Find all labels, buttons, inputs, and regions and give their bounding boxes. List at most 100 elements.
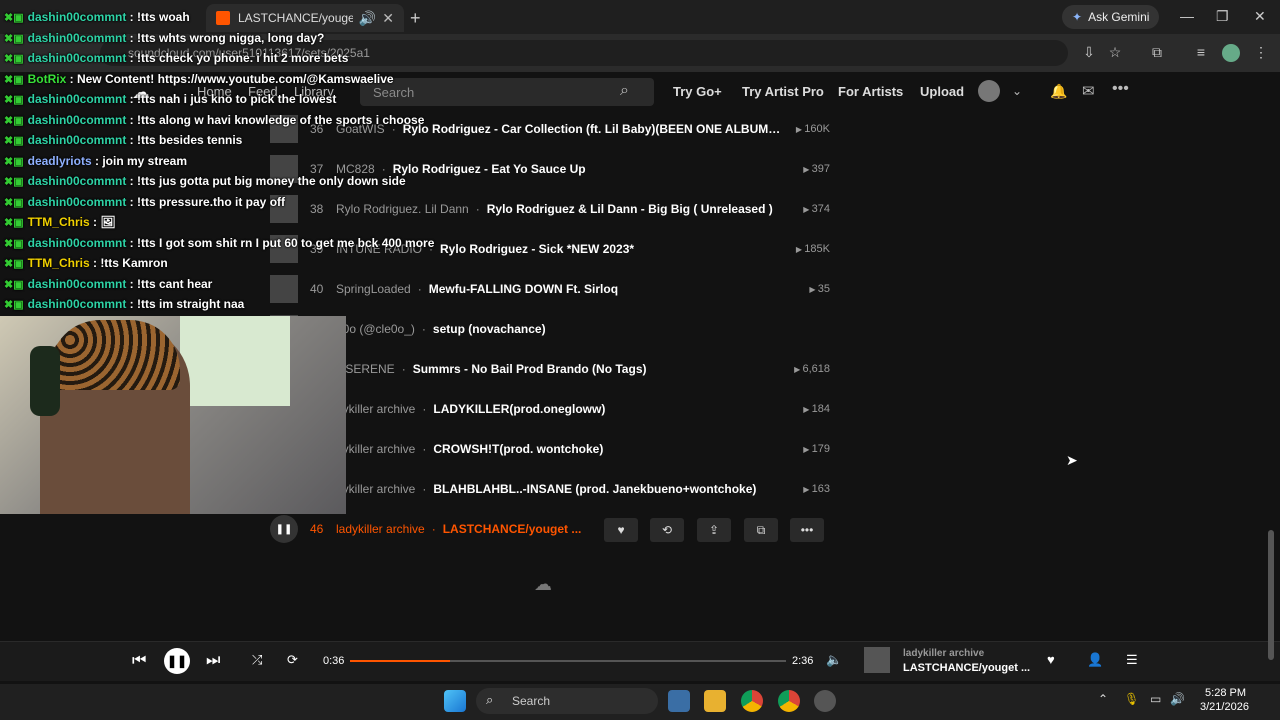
play-count-value: 374 <box>811 203 830 215</box>
chat-message: ✖▣ dashin00commnt : !tts whts wrong nigga… <box>4 31 324 45</box>
install-icon[interactable]: ⇩ <box>1080 44 1098 62</box>
now-playing-artwork[interactable] <box>864 647 890 673</box>
tray-chevron-icon[interactable]: ⌃ <box>1098 692 1108 706</box>
system-clock[interactable]: 5:28 PM 3/21/2026 <box>1200 686 1249 714</box>
play-count-value: 35 <box>817 283 830 295</box>
chat-badge-icon: ✖▣ <box>4 135 24 147</box>
track-title[interactable]: Rylo Rodriguez - Eat Yo Sauce Up <box>393 162 782 176</box>
track-title[interactable]: Rylo Rodriguez - Car Collection (ft. Lil… <box>403 122 782 136</box>
media-control-icon[interactable]: ≡ <box>1192 44 1210 62</box>
chat-message: ✖▣ dashin00commnt : !tts I got som shit r… <box>4 236 434 250</box>
chat-badge-icon: ✖▣ <box>4 258 24 270</box>
track-more-button[interactable]: ••• <box>790 518 824 542</box>
store-icon[interactable] <box>668 690 690 712</box>
chat-message: ✖▣ dashin00commnt : !tts check yo phone. … <box>4 51 348 65</box>
separator-dot: · <box>475 202 480 216</box>
chat-text: !tts whts wrong nigga, long day? <box>137 30 325 45</box>
chat-username: deadlyriots <box>27 153 92 168</box>
track-artist[interactable]: e0o (@cle0o_) <box>336 322 415 336</box>
chat-separator: : <box>126 276 137 291</box>
track-row[interactable]: dykiller archive · LADYKILLER(prod.oneglow… <box>270 394 830 424</box>
page-scrollbar[interactable] <box>1268 530 1274 660</box>
windows-start-icon[interactable] <box>444 690 466 712</box>
chat-separator: : <box>89 215 101 229</box>
chat-message: ✖▣ TTM_Chris : 🖼 <box>4 215 116 229</box>
bookmark-star-icon[interactable]: ☆ <box>1106 44 1124 62</box>
repeat-icon[interactable]: ⟳ <box>287 652 298 668</box>
profile-avatar-icon[interactable] <box>1222 44 1240 62</box>
progress-bar[interactable] <box>350 660 786 662</box>
queue-icon[interactable]: ☰ <box>1126 652 1138 668</box>
track-artist[interactable]: dykiller archive <box>336 402 415 416</box>
chat-separator: : <box>126 92 137 106</box>
play-count-value: 163 <box>811 483 830 495</box>
close-window-icon[interactable]: ✕ <box>1254 8 1266 25</box>
minimize-icon[interactable]: — <box>1180 8 1194 24</box>
shuffle-icon[interactable]: ⤮ <box>252 652 262 668</box>
clock-time: 5:28 PM <box>1205 687 1246 699</box>
chat-separator: : <box>126 297 137 311</box>
track-row[interactable]: dykiller archive · BLAHBLAHBL..-INSANE (pr… <box>270 474 830 504</box>
track-row[interactable]: J SERENE · Summrs - No Bail Prod Brando (N… <box>270 354 830 384</box>
track-title[interactable]: Rylo Rodriguez & Lil Dann - Big Big ( Un… <box>487 202 782 216</box>
network-icon[interactable]: ▭ <box>1150 692 1161 706</box>
volume-icon[interactable]: 🔈 <box>826 652 842 668</box>
like-button[interactable]: ♥ <box>604 518 638 542</box>
track-title[interactable]: Summrs - No Bail Prod Brando (No Tags) <box>413 362 782 376</box>
chat-separator: : <box>66 71 77 86</box>
copy-link-button[interactable]: ⧉ <box>744 518 778 542</box>
track-title[interactable]: Rylo Rodriguez - Sick *NEW 2023* <box>440 242 782 256</box>
follow-icon[interactable]: 👤 <box>1087 652 1103 668</box>
now-playing-title[interactable]: LASTCHANCE/youget ... <box>903 662 1030 674</box>
chrome-icon[interactable] <box>741 690 763 712</box>
like-icon[interactable]: ♥ <box>1047 652 1055 667</box>
microphone-icon[interactable]: 🎙 <box>1124 692 1139 706</box>
chevron-down-icon[interactable]: ⌄ <box>1012 84 1022 98</box>
try-artist-pro-link[interactable]: Try Artist Pro <box>742 84 824 99</box>
share-button[interactable]: ⇪ <box>697 518 731 542</box>
chat-separator: : <box>126 133 137 147</box>
track-title[interactable]: LADYKILLER(prod.onegloww) <box>433 402 782 416</box>
taskbar-search[interactable]: Search <box>476 688 658 714</box>
for-artists-link[interactable]: For Artists <box>838 84 903 99</box>
track-title[interactable]: CROWSH!T(prod. wontchoke) <box>433 442 782 456</box>
track-artist[interactable]: dykiller archive <box>336 482 415 496</box>
user-avatar[interactable] <box>978 80 1000 102</box>
pause-button[interactable]: ❚❚ <box>164 648 190 674</box>
ask-gemini-button[interactable]: ✦ Ask Gemini <box>1062 5 1160 29</box>
track-artist[interactable]: ladykiller archive <box>336 522 425 536</box>
play-count-icon: ▶ <box>803 485 812 494</box>
track-title[interactable]: BLAHBLAHBL..-INSANE (prod. Janekbueno+wo… <box>433 482 782 496</box>
notifications-bell-icon[interactable]: 🔔 <box>1050 83 1067 100</box>
repost-button[interactable]: ⟲ <box>650 518 684 542</box>
track-title[interactable]: Mewfu-FALLING DOWN Ft. Sirloq <box>429 282 782 296</box>
now-playing-artist[interactable]: ladykiller archive <box>903 648 984 659</box>
gemini-icon: ✦ <box>1072 10 1083 24</box>
chat-badge-icon: ✖▣ <box>4 12 24 24</box>
file-explorer-icon[interactable] <box>704 690 726 712</box>
track-artist[interactable]: dykiller archive <box>336 442 415 456</box>
chat-username: dashin00commnt <box>27 276 127 291</box>
chrome-canary-icon[interactable] <box>778 690 800 712</box>
extensions-icon[interactable]: ⧉ <box>1148 44 1166 62</box>
messages-icon[interactable]: ✉ <box>1082 82 1095 100</box>
progress-fill <box>350 660 451 662</box>
play-count-value: 185K <box>804 243 830 255</box>
search-icon[interactable]: ⌕ <box>620 82 638 100</box>
try-go-plus-link[interactable]: Try Go+ <box>673 84 722 99</box>
play-count: ▶ 397 <box>790 163 830 175</box>
next-icon[interactable]: ⏭ <box>206 652 220 670</box>
play-count-icon: ▶ <box>803 165 812 174</box>
track-title[interactable]: setup (novachance) <box>433 322 830 336</box>
more-options-icon[interactable]: ••• <box>1112 80 1129 98</box>
browser-menu-icon[interactable]: ⋮ <box>1252 44 1270 62</box>
previous-icon[interactable]: ⏮ <box>132 652 146 670</box>
volume-tray-icon[interactable]: 🔊 <box>1170 692 1185 706</box>
chat-badge-icon: ✖▣ <box>4 32 24 45</box>
obs-icon[interactable] <box>814 690 836 712</box>
restore-icon[interactable]: ❐ <box>1216 8 1229 25</box>
chat-badge-icon: ✖▣ <box>4 299 24 311</box>
upload-link[interactable]: Upload <box>920 84 964 99</box>
track-row[interactable]: dykiller archive · CROWSH!T(prod. wontchok… <box>270 434 830 464</box>
track-pause-icon[interactable]: ❚❚ <box>270 515 298 543</box>
